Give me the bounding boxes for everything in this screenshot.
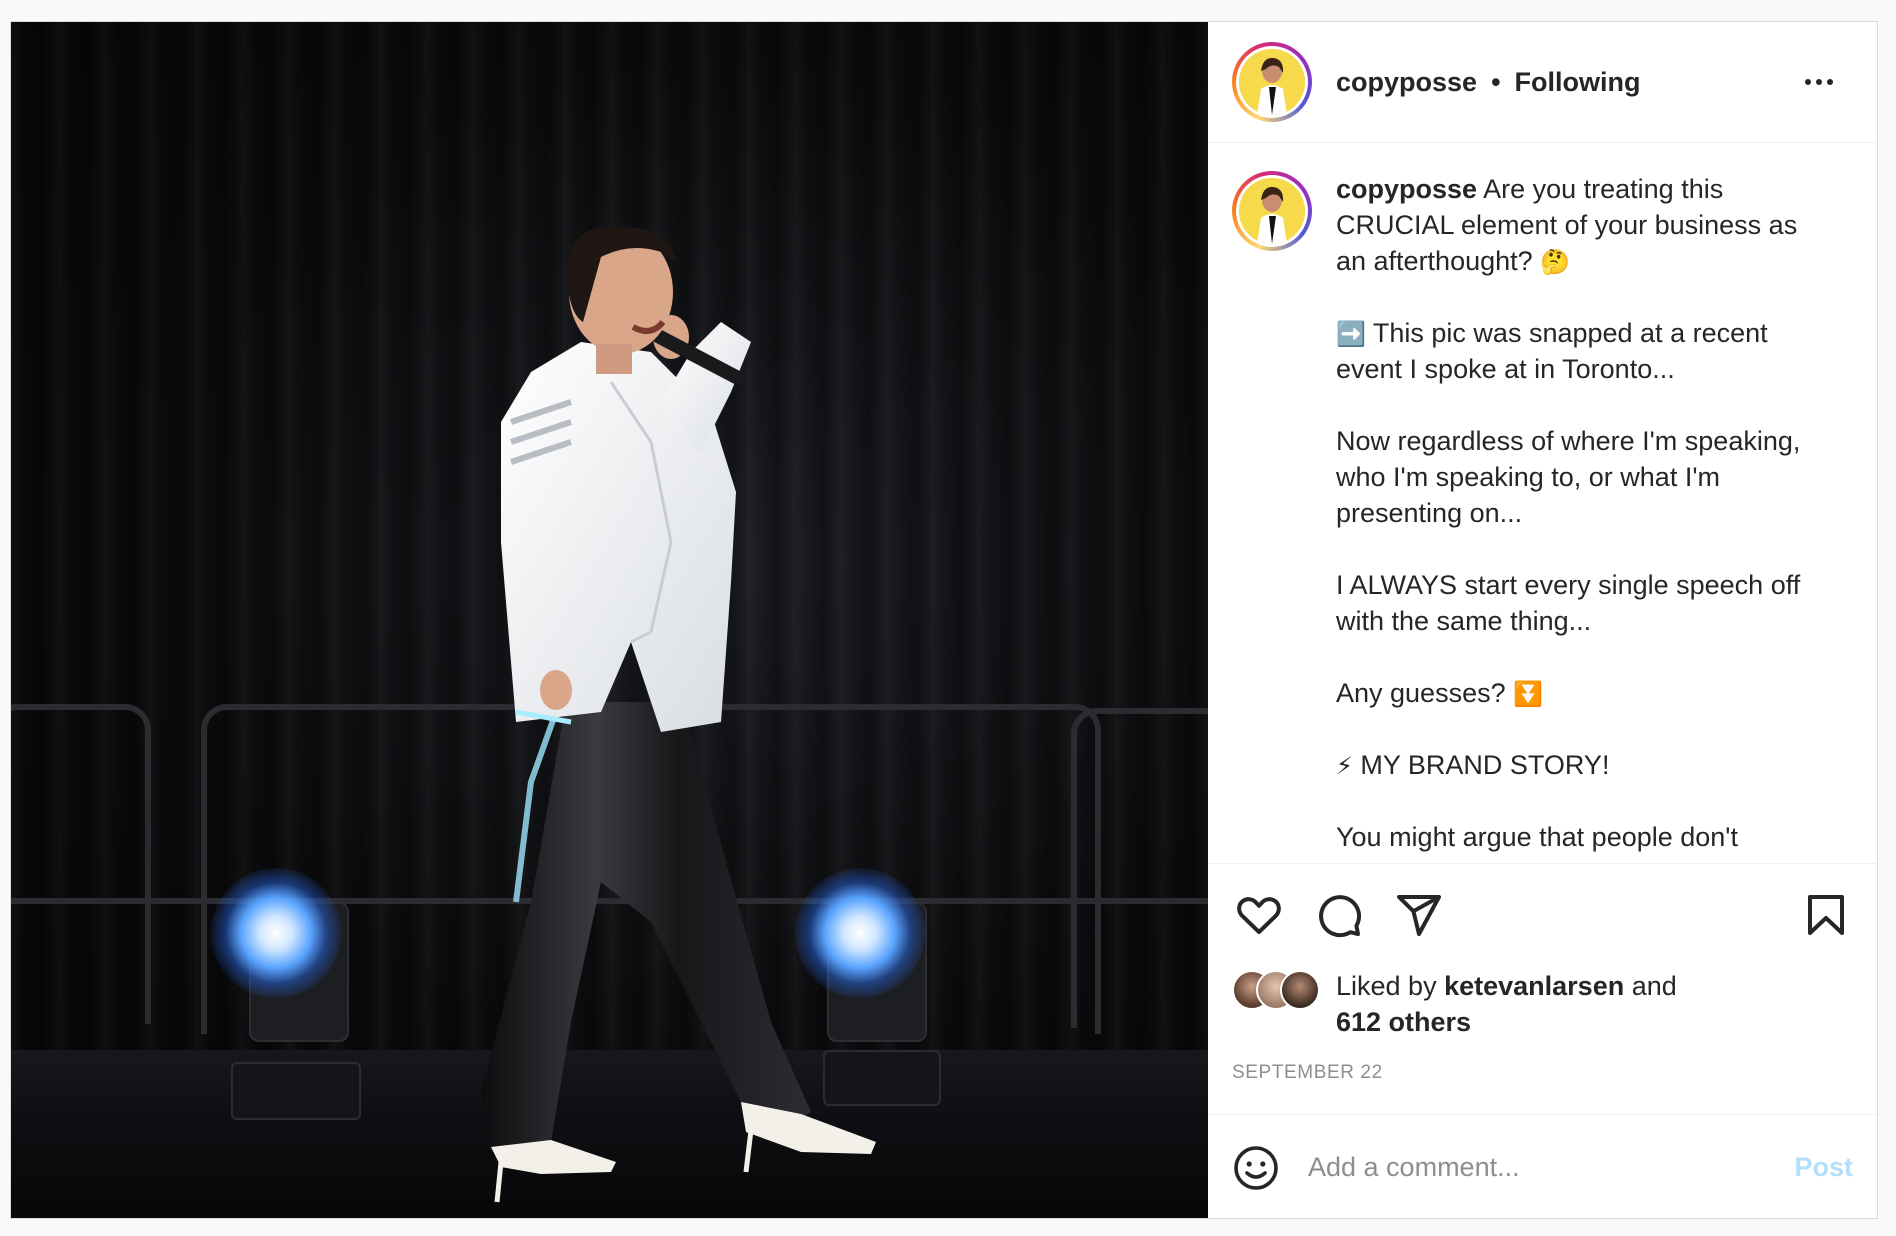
right-arrow-icon: ➡️ [1336, 320, 1366, 348]
more-options-icon[interactable] [1795, 69, 1843, 95]
post-dialog: copyposse • Following copyposse Are you … [10, 21, 1878, 1219]
thinking-face-icon: 🤔 [1540, 248, 1571, 276]
post-side-panel: copyposse • Following copyposse Are you … [1208, 22, 1877, 1218]
liker-username[interactable]: ketevanlarsen [1444, 971, 1624, 1001]
likes-prefix: Liked by [1336, 971, 1437, 1001]
heart-icon[interactable] [1232, 888, 1286, 942]
post-comment-button[interactable]: Post [1794, 1152, 1853, 1183]
comment-bar: Post [1208, 1114, 1877, 1218]
comment-input[interactable] [1308, 1152, 1795, 1183]
author-username[interactable]: copyposse [1336, 67, 1477, 98]
caption-area[interactable]: copyposse Are you treating this CRUCIAL … [1208, 143, 1877, 863]
post-actions: Liked by ketevanlarsen and 612 others SE… [1208, 863, 1877, 1110]
liker-avatars[interactable] [1232, 970, 1336, 1010]
post-date[interactable]: SEPTEMBER 22 [1232, 1062, 1853, 1084]
likes-count-link[interactable]: 612 others [1336, 1007, 1471, 1037]
author-avatar[interactable] [1232, 42, 1312, 122]
likes-and: and [1631, 971, 1677, 1001]
double-down-arrow-icon: ⏬ [1513, 680, 1544, 708]
lightning-icon: ⚡ [1336, 752, 1353, 780]
likes-summary: Liked by ketevanlarsen and 612 others [1232, 968, 1853, 1040]
caption-line: I ALWAYS start every single speech off w… [1336, 570, 1801, 636]
caption-author-avatar[interactable] [1232, 171, 1312, 251]
comment-icon[interactable] [1312, 888, 1366, 942]
avatar[interactable] [1280, 970, 1320, 1010]
share-icon[interactable] [1392, 888, 1446, 942]
speaker-photo [481, 226, 876, 1203]
caption-line: This pic was snapped at a recent event I… [1336, 318, 1768, 384]
caption-text: copyposse Are you treating this CRUCIAL … [1336, 171, 1806, 863]
caption-line: You might argue that people don't [1336, 822, 1738, 852]
smiley-icon[interactable] [1232, 1144, 1280, 1192]
caption-line: Now regardless of where I'm speaking, wh… [1336, 426, 1801, 528]
caption-line: Any guesses? [1336, 678, 1506, 708]
bookmark-icon[interactable] [1799, 888, 1853, 942]
separator-dot: • [1491, 66, 1501, 97]
post-image[interactable] [11, 22, 1208, 1218]
follow-status-button[interactable]: Following [1515, 67, 1641, 98]
post-header: copyposse • Following [1208, 22, 1877, 143]
caption-line: MY BRAND STORY! [1360, 750, 1610, 780]
caption-username[interactable]: copyposse [1336, 174, 1477, 204]
